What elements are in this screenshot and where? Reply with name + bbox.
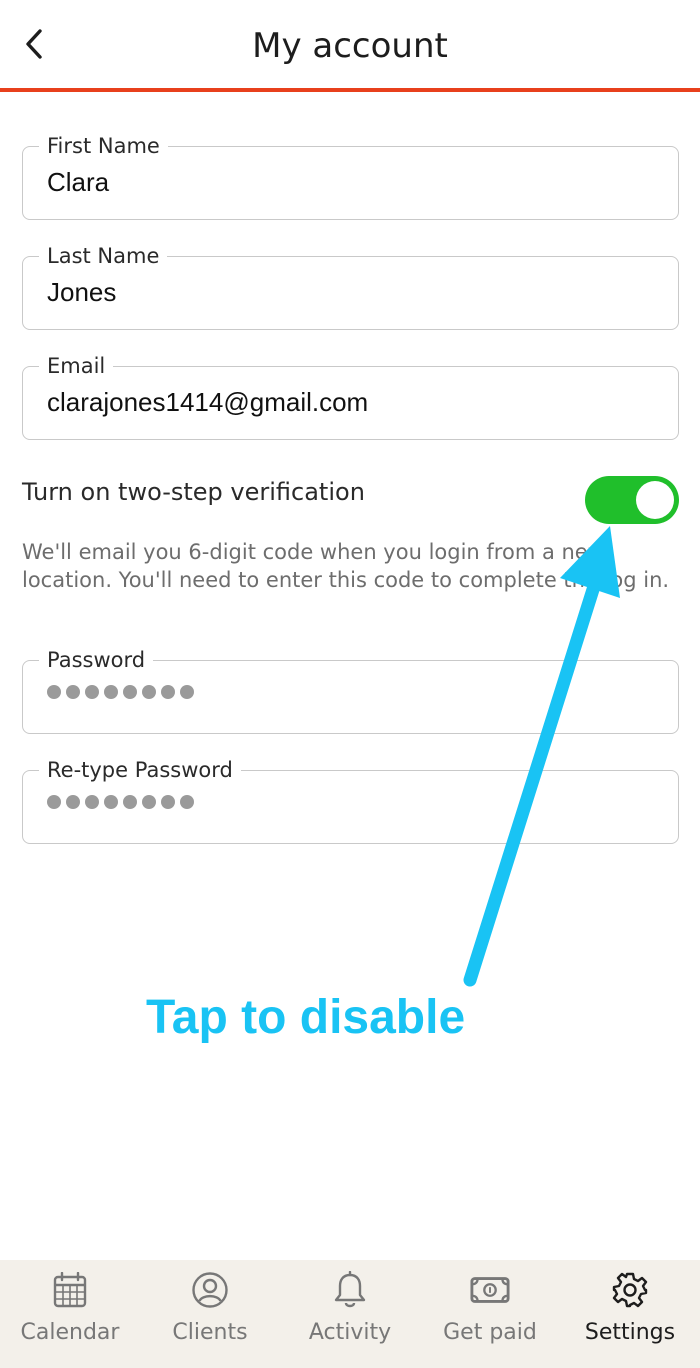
last-name-label: Last Name [39,243,168,269]
password-dot [142,685,156,699]
annotation-label: Tap to disable [146,991,466,1044]
last-name-input[interactable] [47,277,658,308]
first-name-input[interactable] [47,167,658,198]
password-dot [161,795,175,809]
password-dot [104,685,118,699]
gear-icon [610,1270,650,1310]
first-name-field: First Name [22,133,679,220]
email-field: Email [22,353,679,440]
bell-icon [330,1270,370,1310]
email-input[interactable] [47,387,658,418]
password-dot [104,795,118,809]
email-label: Email [39,353,114,379]
tab-clients[interactable]: Clients [140,1260,280,1368]
retype-password-label: Re-type Password [39,757,241,783]
tab-activity[interactable]: Activity [280,1260,420,1368]
password-dot [180,685,194,699]
password-dot [180,795,194,809]
tab-get-paid-label: Get paid [443,1320,537,1345]
page-title: My account [252,26,448,66]
password-masked-value [47,685,194,699]
tab-settings-label: Settings [584,1320,676,1345]
password-dot [66,685,80,699]
password-dot [47,795,61,809]
password-dot [142,795,156,809]
retype-password-field[interactable]: Re-type Password [22,757,679,844]
calendar-icon [50,1270,90,1310]
password-field[interactable]: Password [22,647,679,734]
password-dot [85,685,99,699]
tab-activity-label: Activity [308,1320,392,1345]
two-step-toggle[interactable] [585,476,679,524]
my-account-screen: My account First Name Last Name Email Tu… [0,0,700,1368]
password-dot [123,685,137,699]
user-circle-icon [190,1270,230,1310]
banknote-icon [470,1270,510,1310]
password-dot [66,795,80,809]
two-step-label: Turn on two-step verification [22,478,365,506]
toggle-knob [636,481,674,519]
password-dot [161,685,175,699]
bottom-tab-bar: Calendar Clients Activity Get paid Setti… [0,1260,700,1368]
last-name-field: Last Name [22,243,679,330]
password-dot [123,795,137,809]
password-label: Password [39,647,154,673]
tab-get-paid[interactable]: Get paid [420,1260,560,1368]
first-name-label: First Name [39,133,168,159]
app-header: My account [0,0,700,92]
tab-calendar[interactable]: Calendar [0,1260,140,1368]
password-dot [85,795,99,809]
tab-settings[interactable]: Settings [560,1260,700,1368]
tab-clients-label: Clients [172,1320,248,1345]
retype-password-masked-value [47,795,194,809]
password-dot [47,685,61,699]
tab-calendar-label: Calendar [20,1320,120,1345]
two-step-help-text: We'll email you 6-digit code when you lo… [22,540,670,592]
